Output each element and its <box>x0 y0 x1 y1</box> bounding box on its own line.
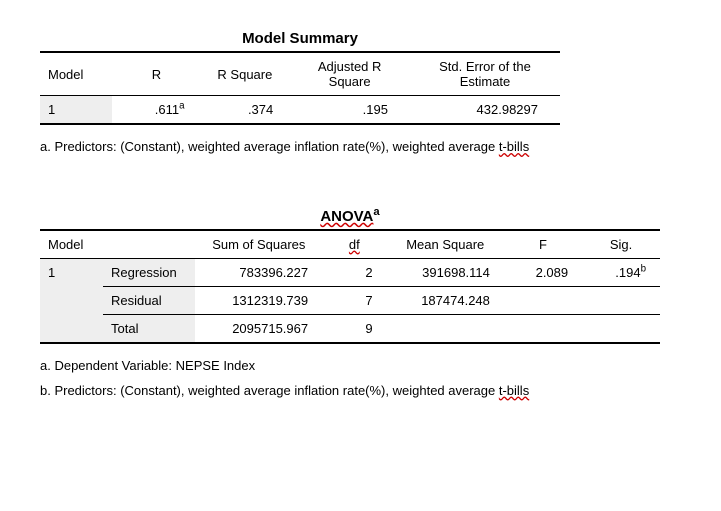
col-model: Model <box>40 52 112 96</box>
cell-f <box>504 286 582 314</box>
cell-ms: 391698.114 <box>387 258 504 286</box>
col-sig: Sig. <box>582 230 660 259</box>
cell-adj: .195 <box>289 96 410 125</box>
col-ss: Sum of Squares <box>195 230 322 259</box>
cell-f <box>504 314 582 343</box>
col-stderr: Std. Error of the Estimate <box>410 52 560 96</box>
cell-source: Total <box>103 314 195 343</box>
model-summary-title: Model Summary <box>40 30 560 47</box>
cell-r: .611a <box>112 96 200 125</box>
cell-sig <box>582 286 660 314</box>
summary-row: 1 .611a .374 .195 432.98297 <box>40 96 560 125</box>
cell-df: 7 <box>322 286 386 314</box>
cell-ss: 783396.227 <box>195 258 322 286</box>
cell-ms <box>387 314 504 343</box>
underlined-word: t-bills <box>499 383 529 398</box>
cell-source: Regression <box>103 258 195 286</box>
anova-row-residual: Residual 1312319.739 7 187474.248 <box>40 286 660 314</box>
cell-df: 2 <box>322 258 386 286</box>
anova-table: Model Sum of Squares df Mean Square F Si… <box>40 229 660 344</box>
cell-stderr: 432.98297 <box>410 96 560 125</box>
cell-model: 1 <box>40 96 112 125</box>
cell-ss: 2095715.967 <box>195 314 322 343</box>
cell-model: 1 <box>40 258 103 343</box>
col-ms: Mean Square <box>387 230 504 259</box>
cell-sig: .194b <box>582 258 660 286</box>
underlined-word: t-bills <box>499 139 529 154</box>
cell-ss: 1312319.739 <box>195 286 322 314</box>
cell-ms: 187474.248 <box>387 286 504 314</box>
col-rsq: R Square <box>201 52 290 96</box>
cell-rsq: .374 <box>201 96 290 125</box>
model-summary-table: Model R R Square Adjusted R Square Std. … <box>40 51 560 125</box>
anova-row-regression: 1 Regression 783396.227 2 391698.114 2.0… <box>40 258 660 286</box>
anova-footnote-a: a. Dependent Variable: NEPSE Index <box>40 356 660 377</box>
cell-source: Residual <box>103 286 195 314</box>
col-r: R <box>112 52 200 96</box>
anova-title: ANOVAa <box>40 208 660 225</box>
model-summary-block: Model Summary Model R R Square Adjusted … <box>40 30 560 158</box>
anova-block: ANOVAa Model Sum of Squares df Mean Squa… <box>40 208 660 402</box>
summary-footnote-a: a. Predictors: (Constant), weighted aver… <box>40 137 560 158</box>
col-f: F <box>504 230 582 259</box>
cell-df: 9 <box>322 314 386 343</box>
cell-f: 2.089 <box>504 258 582 286</box>
anova-row-total: Total 2095715.967 9 <box>40 314 660 343</box>
anova-footnote-b: b. Predictors: (Constant), weighted aver… <box>40 381 660 402</box>
col-adj-rsq: Adjusted R Square <box>289 52 410 96</box>
col-df: df <box>322 230 386 259</box>
col-model: Model <box>40 230 195 259</box>
cell-sig <box>582 314 660 343</box>
